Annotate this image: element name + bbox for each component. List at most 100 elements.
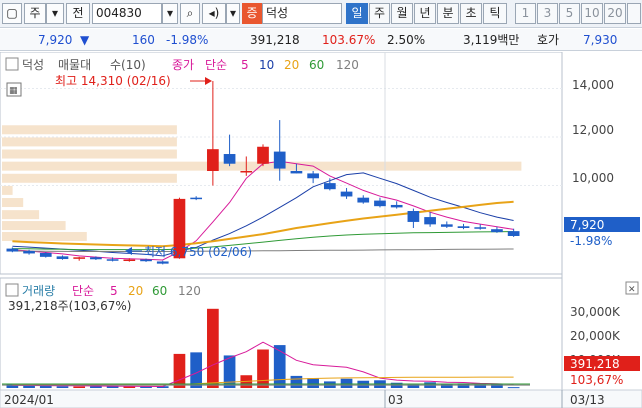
candle-body — [340, 191, 353, 197]
volume-bar — [257, 349, 269, 388]
candle-body — [307, 173, 319, 179]
low-annotation: 최저 6,750 (02/06) — [144, 245, 252, 259]
volume-profile-bar — [2, 149, 177, 159]
current-price: 7,920 — [38, 33, 73, 47]
candle-body — [323, 183, 336, 190]
volume-bar — [73, 386, 86, 388]
chevron-down-icon[interactable]: ▾ — [46, 3, 64, 24]
volume-bar — [90, 386, 102, 388]
quote-label: 호가 — [537, 33, 560, 47]
candle-body — [140, 259, 152, 262]
candle-body — [23, 251, 35, 254]
volume-summary: 391,218주(103,67%) — [8, 299, 131, 313]
volume-profile-bar — [2, 198, 24, 208]
search-icon[interactable]: ⌕ — [180, 3, 200, 24]
volume-profile-bar — [2, 173, 177, 183]
candle-body — [240, 171, 253, 173]
candle-body — [223, 154, 236, 164]
candle-body — [73, 257, 86, 259]
x-label-start: 2024/01 — [4, 393, 54, 407]
chart-area[interactable]: 덕성 매물대 수(10) 종가 단순 5 10 20 60 120 ▦ 최고 1… — [0, 51, 642, 408]
legend-toggle-icon[interactable] — [5, 57, 19, 71]
tab-minute[interactable]: 분 — [437, 3, 459, 24]
toolbar: ▢ 주 ▾ 전 004830 ▾ ⌕ ◂) ▾ 증 덕성 일 주 월 년 분 초… — [0, 0, 642, 28]
volume-bar — [507, 387, 520, 389]
market-select[interactable]: 주 — [24, 3, 46, 24]
close-label: 종가 — [172, 58, 194, 72]
candle-body — [507, 231, 520, 236]
y-tick-14000: 14,000 — [572, 78, 614, 92]
calculator-grid-icon: ▦ — [9, 86, 18, 96]
candle-body — [90, 257, 102, 260]
tab-20[interactable]: 20 — [604, 3, 626, 24]
legend-ma5: 5 — [241, 58, 249, 72]
turnover-ratio: 2.50% — [387, 33, 426, 47]
down-arrow-icon: ▼ — [80, 33, 90, 47]
volume-legend-ma5: 5 — [110, 284, 118, 298]
candle-body — [374, 200, 386, 207]
tab-10[interactable]: 10 — [581, 3, 603, 24]
volume-bar — [290, 375, 303, 388]
volume-label: 거래량 — [22, 284, 55, 298]
tab-1[interactable]: 1 — [515, 3, 536, 24]
candle-body — [207, 149, 219, 171]
tab-5[interactable]: 5 — [559, 3, 580, 24]
speaker-icon[interactable]: ◂) — [202, 3, 226, 24]
volume-profile-bar — [2, 210, 40, 220]
candle-body — [290, 171, 303, 174]
tab-day[interactable]: 일 — [346, 3, 368, 24]
tab-week[interactable]: 주 — [369, 3, 390, 24]
x-label-month: 03 — [388, 393, 403, 407]
volume-profile-count: 수(10) — [110, 58, 146, 72]
volume-bar — [307, 378, 319, 388]
volume-value: 391,218 — [250, 33, 300, 47]
margin-badge: 증 — [242, 3, 262, 24]
candle-body — [106, 259, 119, 261]
prev-button[interactable]: 전 — [66, 3, 90, 24]
volume-profile-bar — [2, 231, 87, 241]
volume-simple-label: 단순 — [72, 284, 94, 298]
legend-ma60: 60 — [309, 58, 324, 72]
candle-body — [407, 211, 420, 222]
tab-second[interactable]: 초 — [460, 3, 482, 24]
candle-body — [457, 226, 470, 228]
tab-tick[interactable]: 틱 — [483, 3, 507, 24]
simple-label: 단순 — [205, 58, 227, 72]
code-dropdown-icon[interactable]: ▾ — [162, 3, 178, 24]
x-axis-bar — [0, 389, 642, 408]
speaker-dropdown-icon[interactable]: ▾ — [226, 3, 240, 24]
legend-ma120: 120 — [336, 58, 359, 72]
candle-body — [190, 197, 203, 200]
vol-tick-30000k: 30,000K — [570, 305, 621, 319]
stock-name-field: 덕성 — [262, 3, 342, 24]
candle-body — [56, 256, 69, 260]
change-percent: -1.98% — [166, 33, 209, 47]
quote-value: 7,930 — [583, 33, 618, 47]
tab-3[interactable]: 3 — [537, 3, 558, 24]
candle-body — [491, 229, 503, 233]
legend-ma10: 10 — [259, 58, 274, 72]
volume-bar — [56, 386, 69, 388]
candle-body — [424, 217, 436, 225]
stock-code-input[interactable]: 004830 — [92, 3, 162, 24]
chart-svg[interactable]: 덕성 매물대 수(10) 종가 단순 5 10 20 60 120 ▦ 최고 1… — [0, 51, 642, 408]
close-icon: ✕ — [628, 285, 636, 295]
tab-year[interactable]: 년 — [414, 3, 436, 24]
price-bar: 7,920 ▼ 160 -1.98% 391,218 103.67% 2.50%… — [0, 29, 642, 51]
volume-bar — [106, 386, 119, 388]
volume-legend-toggle-icon[interactable] — [5, 283, 19, 297]
current-volume-ratio-text: 103,67% — [570, 373, 623, 387]
high-annotation: 최고 14,310 (02/16) — [55, 74, 171, 88]
window-icon[interactable]: ▢ — [2, 3, 22, 24]
tab-more[interactable] — [627, 3, 641, 24]
x-label-end: 03/13 — [570, 393, 605, 407]
volume-bar — [273, 345, 286, 388]
volume-bar — [39, 386, 52, 388]
candle-body — [390, 204, 403, 208]
volume-bar — [340, 378, 353, 388]
volume-bar — [223, 355, 236, 388]
tab-month[interactable]: 월 — [391, 3, 413, 24]
candle-body — [6, 248, 19, 252]
volume-ratio: 103.67% — [322, 33, 376, 47]
volume-legend-ma60: 60 — [152, 284, 167, 298]
